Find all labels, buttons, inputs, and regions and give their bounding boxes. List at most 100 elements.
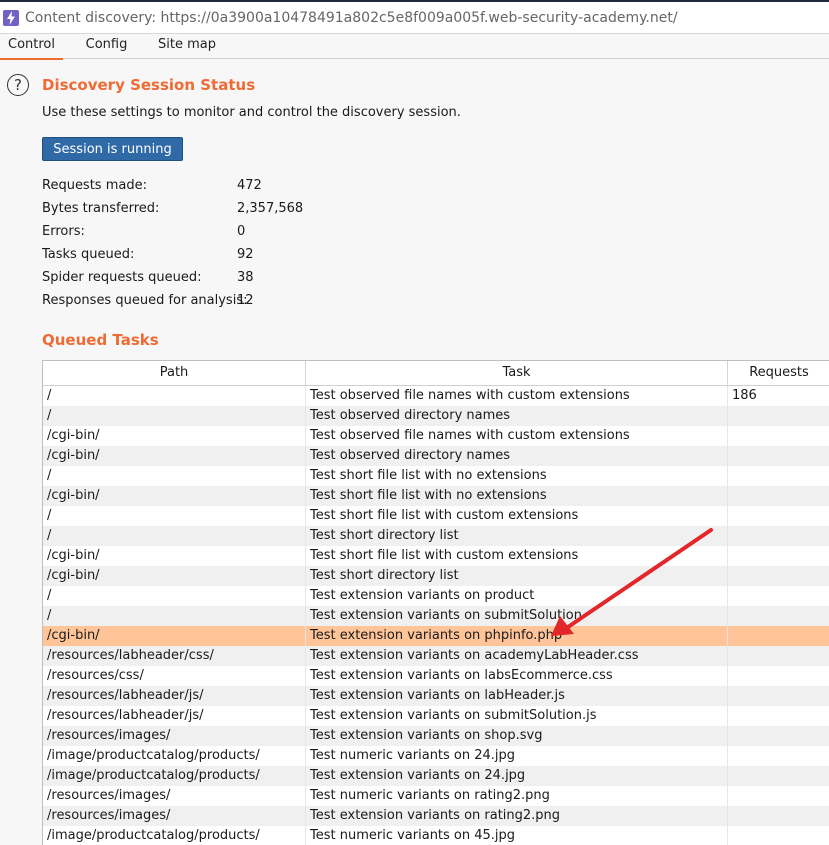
stat-spider-requests-value: 38 bbox=[237, 270, 254, 285]
path-cell: /cgi-bin/ bbox=[43, 426, 306, 446]
task-cell: Test short file list with no extensions bbox=[306, 486, 728, 506]
path-cell: / bbox=[43, 606, 306, 626]
task-cell: Test extension variants on academyLabHea… bbox=[306, 646, 728, 666]
path-cell: /cgi-bin/ bbox=[43, 626, 306, 646]
table-row[interactable]: /cgi-bin/Test short directory list bbox=[43, 566, 829, 586]
window-title: Content discovery: https://0a3900a104784… bbox=[25, 9, 678, 26]
tab-config[interactable]: Config bbox=[75, 34, 138, 58]
lightning-icon bbox=[3, 9, 19, 26]
queued-tasks-heading: Queued Tasks bbox=[42, 331, 159, 349]
path-cell: /cgi-bin/ bbox=[43, 446, 306, 466]
stat-spider-requests-label: Spider requests queued: bbox=[42, 270, 202, 285]
table-row[interactable]: / Test short directory list bbox=[43, 526, 829, 546]
task-cell: Test numeric variants on rating2.png bbox=[306, 786, 728, 806]
table-row[interactable]: / Test short file list with custom extens… bbox=[43, 506, 829, 526]
stat-errors-label: Errors: bbox=[42, 224, 85, 239]
table-row[interactable]: /image/productcatalog/products/Test exte… bbox=[43, 766, 829, 786]
stat-requests-made-label: Requests made: bbox=[42, 178, 147, 193]
path-cell: /resources/labheader/js/ bbox=[43, 686, 306, 706]
stat-errors-value: 0 bbox=[237, 224, 246, 239]
discovery-status-description: Use these settings to monitor and contro… bbox=[42, 105, 461, 120]
task-cell: Test observed directory names bbox=[306, 406, 728, 426]
task-cell: Test numeric variants on 45.jpg bbox=[306, 826, 728, 845]
path-cell: /resources/css/ bbox=[43, 666, 306, 686]
requests-cell bbox=[728, 706, 829, 726]
requests-cell bbox=[728, 406, 829, 426]
tab-site-map[interactable]: Site map bbox=[152, 34, 222, 58]
table-row[interactable]: /cgi-bin/Test observed file names with c… bbox=[43, 426, 829, 446]
table-row[interactable]: /resources/images/Test numeric variants … bbox=[43, 786, 829, 806]
table-row[interactable]: /cgi-bin/Test short file list with no ex… bbox=[43, 486, 829, 506]
stat-responses-queued-value: 12 bbox=[237, 293, 254, 308]
task-cell: Test extension variants on submitSolutio… bbox=[306, 606, 728, 626]
table-row[interactable]: /resources/labheader/js/Test extension v… bbox=[43, 686, 829, 706]
requests-cell bbox=[728, 726, 829, 746]
path-cell: / bbox=[43, 506, 306, 526]
table-row[interactable]: / Test extension variants on product bbox=[43, 586, 829, 606]
session-toggle-button[interactable]: Session is running bbox=[42, 137, 183, 161]
path-cell: /cgi-bin/ bbox=[43, 486, 306, 506]
requests-cell bbox=[728, 686, 829, 706]
task-cell: Test short file list with custom extensi… bbox=[306, 506, 728, 526]
requests-cell bbox=[728, 506, 829, 526]
task-cell: Test observed directory names bbox=[306, 446, 728, 466]
requests-cell bbox=[728, 546, 829, 566]
path-cell: / bbox=[43, 386, 306, 406]
task-cell: Test numeric variants on 24.jpg bbox=[306, 746, 728, 766]
path-cell: /resources/labheader/css/ bbox=[43, 646, 306, 666]
help-icon[interactable]: ? bbox=[7, 74, 29, 96]
table-row[interactable]: /resources/labheader/js/Test extension v… bbox=[43, 706, 829, 726]
requests-cell bbox=[728, 786, 829, 806]
requests-cell bbox=[728, 606, 829, 626]
requests-cell: 186 bbox=[732, 388, 757, 403]
table-row[interactable]: / Test extension variants on submitSoluti… bbox=[43, 606, 829, 626]
tab-control[interactable]: Control bbox=[0, 34, 63, 60]
requests-cell bbox=[728, 426, 829, 446]
table-row[interactable]: /cgi-bin/Test observed directory names bbox=[43, 446, 829, 466]
table-row[interactable]: / Test short file list with no extensions bbox=[43, 466, 829, 486]
path-cell: /image/productcatalog/products/ bbox=[43, 826, 306, 845]
requests-cell bbox=[728, 626, 829, 646]
task-cell: Test observed file names with custom ext… bbox=[306, 426, 728, 446]
table-row[interactable]: /resources/css/Test extension variants o… bbox=[43, 666, 829, 686]
table-row[interactable]: /image/productcatalog/products/Test nume… bbox=[43, 746, 829, 766]
tab-bar: Control Config Site map bbox=[0, 34, 829, 60]
requests-cell bbox=[728, 446, 829, 466]
table-body: / Test observed file names with custom ex… bbox=[43, 386, 829, 845]
requests-cell bbox=[728, 646, 829, 666]
requests-cell bbox=[728, 566, 829, 586]
task-cell: Test short directory list bbox=[306, 566, 728, 586]
table-row[interactable]: / Test observed file names with custom ex… bbox=[43, 386, 829, 406]
requests-cell bbox=[728, 766, 829, 786]
task-cell: Test short directory list bbox=[306, 526, 728, 546]
column-header-task[interactable]: Task bbox=[306, 361, 728, 385]
stat-requests-made-value: 472 bbox=[237, 178, 262, 193]
task-cell: Test extension variants on labHeader.js bbox=[306, 686, 728, 706]
table-row[interactable]: /cgi-bin/Test extension variants on phpi… bbox=[43, 626, 829, 646]
task-cell: Test extension variants on labsEcommerce… bbox=[306, 666, 728, 686]
requests-cell bbox=[728, 486, 829, 506]
column-header-requests[interactable]: Requests bbox=[728, 361, 829, 385]
task-cell: Test extension variants on rating2.png bbox=[306, 806, 728, 826]
discovery-status-heading: Discovery Session Status bbox=[42, 76, 256, 94]
path-cell: /resources/images/ bbox=[43, 786, 306, 806]
table-row[interactable]: / Test observed directory names bbox=[43, 406, 829, 426]
path-cell: /image/productcatalog/products/ bbox=[43, 746, 306, 766]
path-cell: /resources/labheader/js/ bbox=[43, 706, 306, 726]
stat-tasks-queued-value: 92 bbox=[237, 247, 254, 262]
task-cell: Test extension variants on submitSolutio… bbox=[306, 706, 728, 726]
table-row[interactable]: /image/productcatalog/products/Test nume… bbox=[43, 826, 829, 845]
queued-tasks-table: Path Task Requests / Test observed file n… bbox=[42, 360, 829, 845]
stat-bytes-transferred-label: Bytes transferred: bbox=[42, 201, 160, 216]
requests-cell bbox=[728, 826, 829, 845]
title-bar: Content discovery: https://0a3900a104784… bbox=[0, 2, 829, 34]
table-row[interactable]: /resources/images/Test extension variant… bbox=[43, 806, 829, 826]
task-cell: Test extension variants on 24.jpg bbox=[306, 766, 728, 786]
table-row[interactable]: /resources/images/Test extension variant… bbox=[43, 726, 829, 746]
requests-cell bbox=[728, 586, 829, 606]
table-header: Path Task Requests bbox=[43, 361, 829, 386]
table-row[interactable]: /cgi-bin/Test short file list with custo… bbox=[43, 546, 829, 566]
table-row[interactable]: /resources/labheader/css/Test extension … bbox=[43, 646, 829, 666]
column-header-path[interactable]: Path bbox=[43, 361, 306, 385]
path-cell: /cgi-bin/ bbox=[43, 546, 306, 566]
